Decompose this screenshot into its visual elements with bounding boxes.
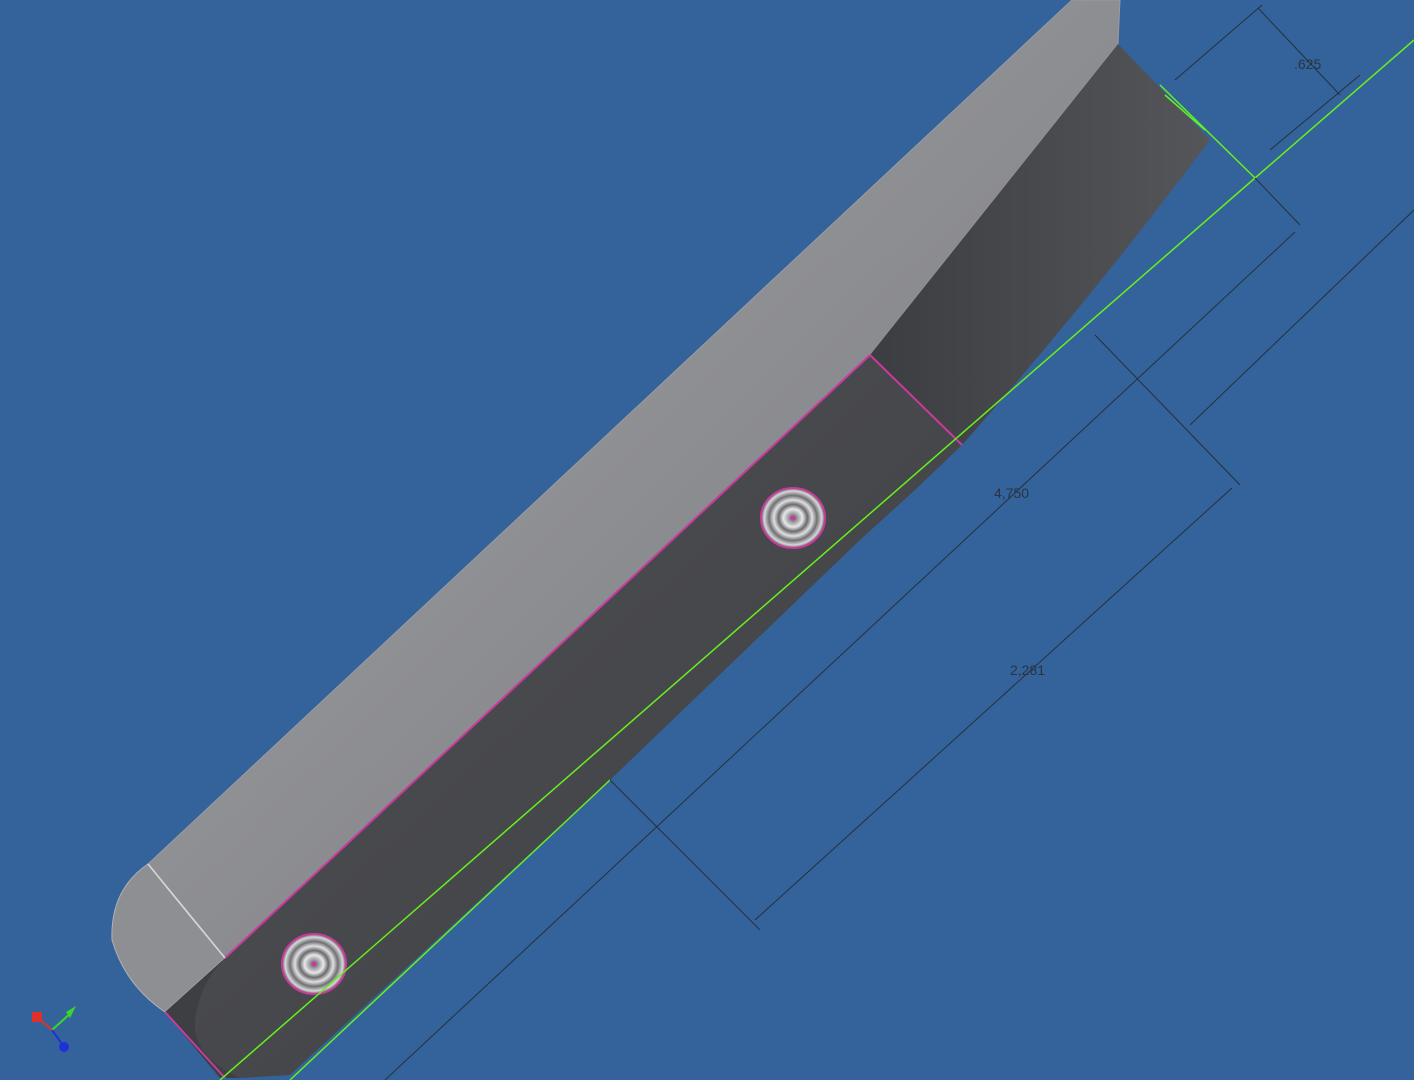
threaded-hole-2[interactable]: [281, 933, 347, 995]
axis-triad: [32, 1006, 76, 1052]
top-face[interactable]: [147, 0, 1121, 959]
threaded-hole-1[interactable]: [760, 487, 826, 549]
x-axis-icon: [32, 1012, 42, 1022]
z-axis-icon: [59, 1042, 69, 1052]
sketch-lines: [219, 39, 1414, 1080]
dim-2281-text[interactable]: 2,281: [1010, 662, 1045, 678]
model-canvas[interactable]: .625 4,750 2,281: [0, 0, 1414, 1080]
cad-viewport[interactable]: .625 4,750 2,281: [0, 0, 1414, 1080]
dim-4750-text[interactable]: 4,750: [994, 485, 1029, 501]
dim-625-text[interactable]: .625: [1294, 56, 1321, 72]
